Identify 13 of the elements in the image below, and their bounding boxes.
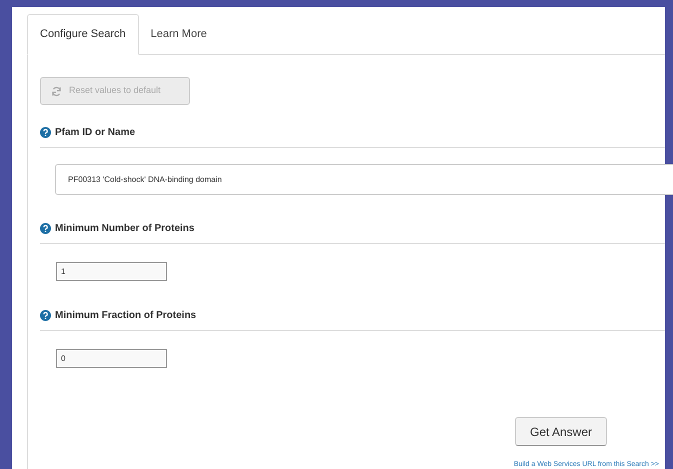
parameter-label: Minimum Number of Proteins: [55, 222, 194, 236]
get-answer-button[interactable]: Get Answer: [515, 417, 607, 446]
refresh-icon: [51, 86, 62, 96]
input-field[interactable]: PF00313 'Cold-shock' DNA-binding domain: [55, 164, 673, 195]
parameter-label: Pfam ID or Name: [55, 126, 136, 140]
parameter-label: Minimum Fraction of Proteins: [55, 309, 196, 323]
tab[interactable]: Configure Search: [27, 14, 139, 55]
help-icon: [40, 127, 51, 138]
help-icon: [40, 223, 51, 234]
input-field[interactable]: 0: [56, 349, 167, 368]
input-field[interactable]: 1: [56, 262, 167, 281]
tab[interactable]: Learn More: [138, 14, 219, 55]
help-icon: [40, 310, 51, 321]
